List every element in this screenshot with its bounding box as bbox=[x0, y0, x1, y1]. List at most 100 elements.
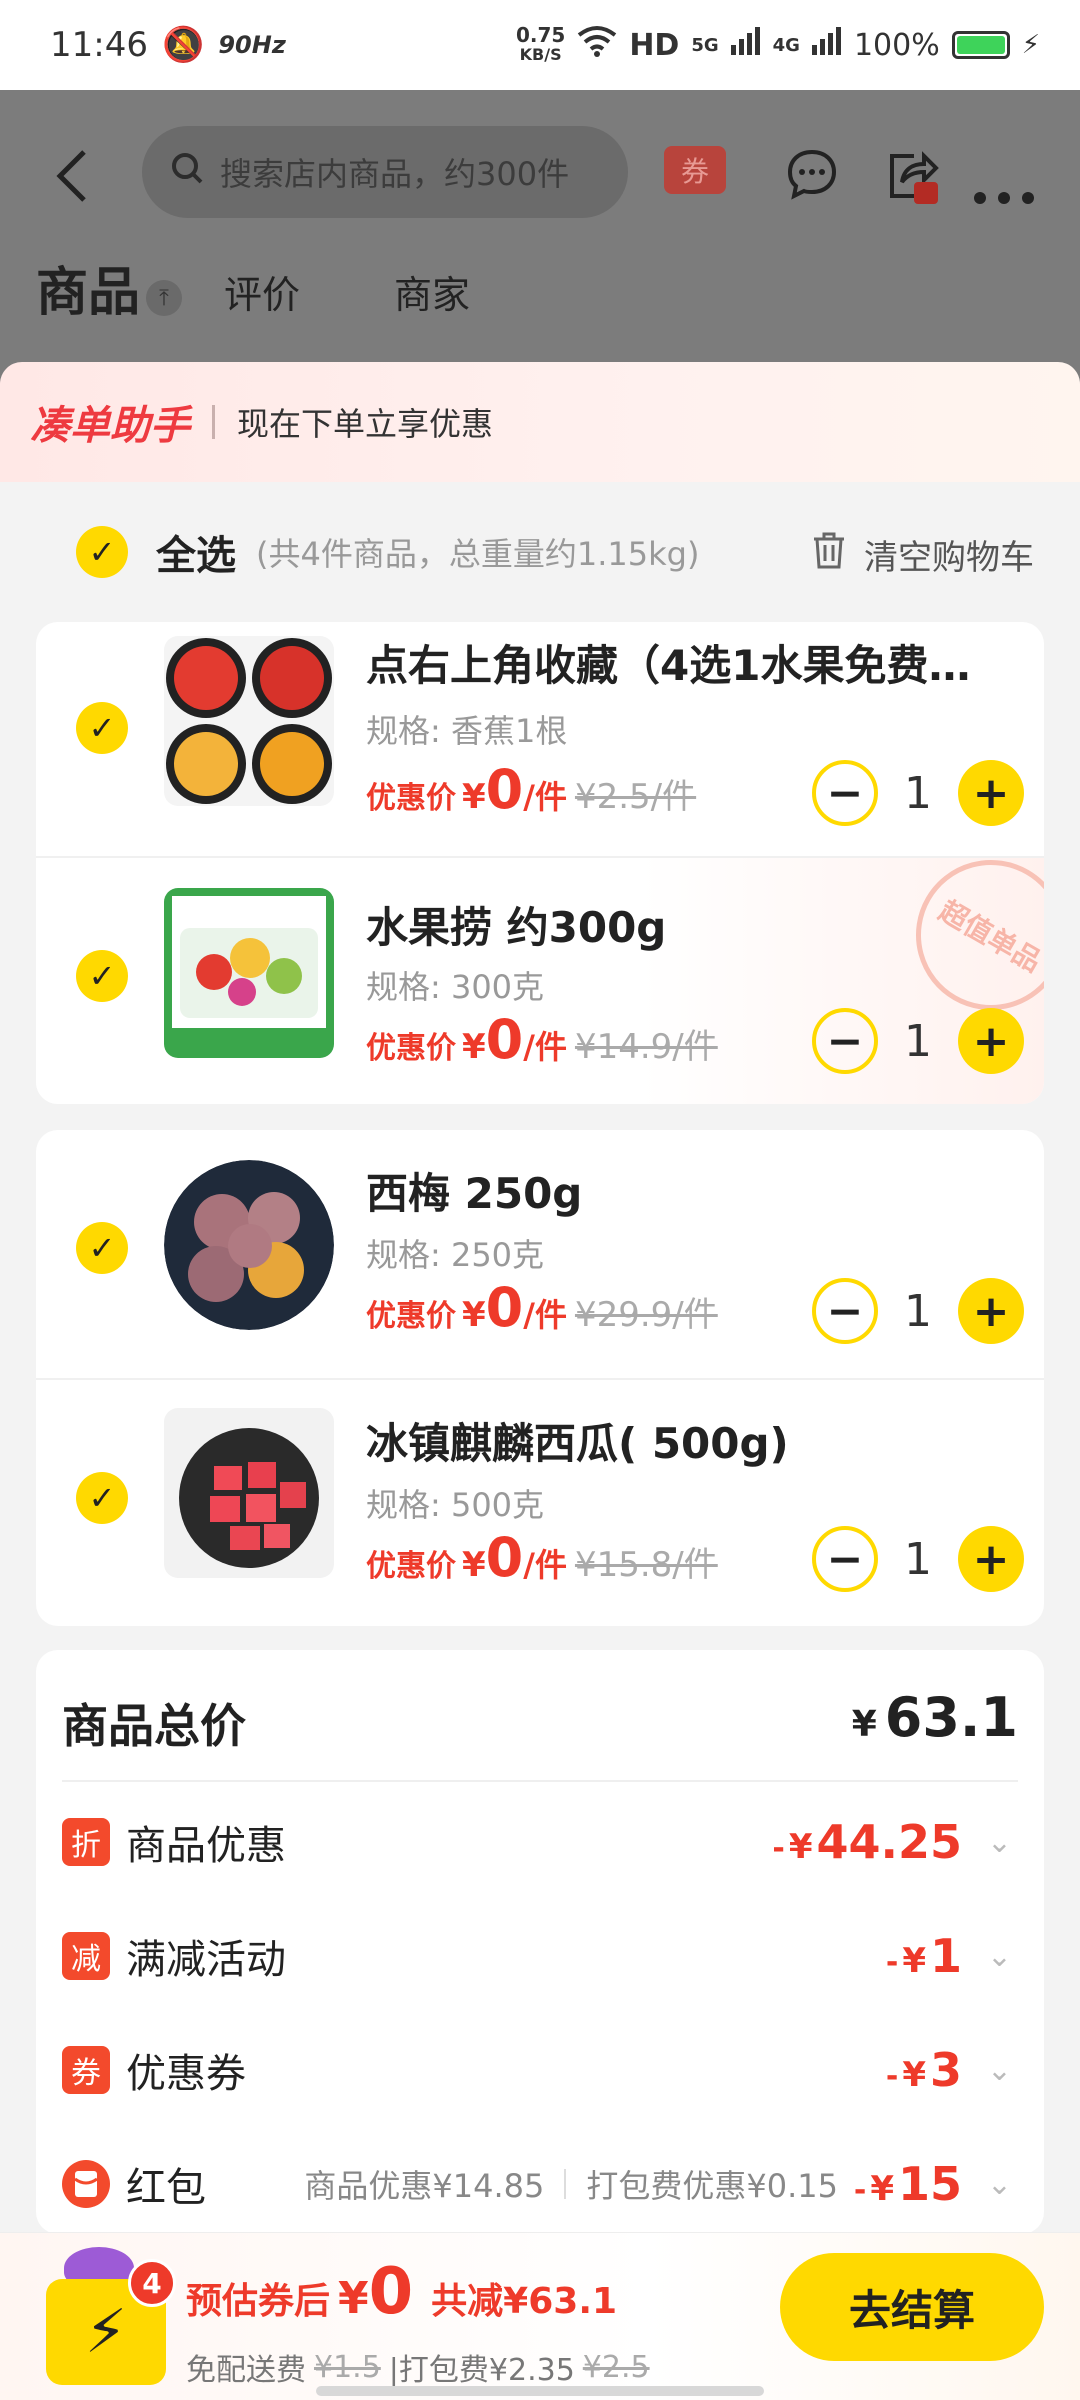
increase-button[interactable]: + bbox=[958, 1526, 1024, 1592]
discount-badge: 折 bbox=[62, 1818, 110, 1866]
item-image-plums bbox=[164, 1160, 334, 1330]
signal-5g-icon bbox=[730, 27, 761, 63]
cart-bag-icon[interactable]: ⚡ 4 bbox=[46, 2247, 176, 2385]
item-checkbox[interactable]: ✓ bbox=[76, 1472, 128, 1524]
cart-item[interactable]: ✓ 西梅 250g 规格: 250克 优惠价 ¥ 0 /件 ¥29.9/件 − … bbox=[36, 1130, 1044, 1378]
clock: 11:46 bbox=[50, 25, 148, 65]
item-spec: 规格: 500克 bbox=[366, 1486, 545, 1524]
decrease-button[interactable]: − bbox=[812, 1278, 878, 1344]
helper-divider bbox=[212, 405, 215, 439]
cart-item[interactable]: ✓ 冰镇麒麟西瓜( 500g) 规格: 500克 优惠价 ¥ 0 /件 ¥15.… bbox=[36, 1380, 1044, 1626]
status-left: 11:46 🔕 90Hz bbox=[50, 25, 286, 65]
cart-group-1: ✓ 点右上角收藏（4选1水果免费… 规格: 香蕉1根 优惠价 ¥ 0 /件 ¥2… bbox=[36, 622, 1044, 1104]
share-icon[interactable] bbox=[884, 148, 944, 220]
item-image-fruit-cups bbox=[164, 636, 334, 806]
item-checkbox[interactable]: ✓ bbox=[76, 1222, 128, 1274]
battery-percent: 100% bbox=[853, 27, 940, 63]
message-icon[interactable] bbox=[786, 148, 838, 212]
clear-cart-button[interactable]: 清空购物车 bbox=[812, 530, 1034, 579]
discount-row-fullcut[interactable]: 减 满减活动 - ¥1 ⌄ bbox=[62, 1916, 1018, 1996]
select-all-row: ✓ 全选 (共4件商品，总重量约1.15kg) 清空购物车 bbox=[0, 482, 1080, 622]
search-input[interactable]: 搜索店内商品，约300件 bbox=[142, 126, 628, 218]
pin-top-icon[interactable]: ⤒ bbox=[146, 280, 182, 316]
chevron-down-icon[interactable]: ⌄ bbox=[987, 1939, 1012, 1974]
checkout-button[interactable]: 去结算 bbox=[780, 2253, 1044, 2361]
discount-label: 商品优惠 bbox=[126, 1823, 286, 1869]
header-overlay: 搜索店内商品，约300件 券 商品 ⤒ 评价 商家 bbox=[0, 90, 1080, 390]
quantity-stepper: − 1 + bbox=[812, 760, 1024, 826]
original-price: ¥15.8/件 bbox=[574, 1545, 718, 1585]
chevron-down-icon[interactable]: ⌄ bbox=[987, 2053, 1012, 2088]
item-name[interactable]: 西梅 250g bbox=[366, 1160, 582, 1221]
signal-4g-label: 4G bbox=[772, 34, 800, 56]
tab-bar: 商品 ⤒ 评价 商家 bbox=[0, 250, 1080, 360]
discount-row-product[interactable]: 折 商品优惠 - ¥44.25 ⌄ bbox=[62, 1802, 1018, 1882]
status-bar: 11:46 🔕 90Hz 0.75 KB/S HD 5G 4G 100% ⚡ bbox=[0, 0, 1080, 90]
refresh-rate: 90Hz bbox=[218, 31, 286, 59]
increase-button[interactable]: + bbox=[958, 1008, 1024, 1074]
cart-info: (共4件商品，总重量约1.15kg) bbox=[256, 535, 700, 573]
item-spec: 规格: 250克 bbox=[366, 1236, 545, 1274]
helper-title: 凑单助手 bbox=[30, 403, 190, 449]
discount-badge: 券 bbox=[62, 2046, 110, 2094]
tab-merchant[interactable]: 商家 bbox=[394, 264, 470, 319]
discount-value: - ¥1 bbox=[885, 1929, 962, 1983]
cart-group-2: ✓ 西梅 250g 规格: 250克 优惠价 ¥ 0 /件 ¥29.9/件 − … bbox=[36, 1130, 1044, 1626]
item-spec: 规格: 300克 bbox=[366, 968, 545, 1006]
clear-cart-label: 清空购物车 bbox=[864, 538, 1034, 578]
search-placeholder: 搜索店内商品，约300件 bbox=[220, 155, 570, 193]
wifi-icon bbox=[577, 25, 617, 65]
chevron-down-icon[interactable]: ⌄ bbox=[987, 2167, 1012, 2202]
back-icon[interactable] bbox=[52, 148, 92, 218]
item-checkbox[interactable]: ✓ bbox=[76, 950, 128, 1002]
discount-row-redpacket[interactable]: 红包 商品优惠¥14.85 打包费优惠¥0.15 - ¥15 ⌄ bbox=[62, 2144, 1018, 2224]
network-speed: 0.75 KB/S bbox=[515, 23, 566, 64]
select-all-checkbox[interactable]: ✓ bbox=[76, 526, 128, 578]
price-summary: 商品总价 ¥63.1 折 商品优惠 - ¥44.25 ⌄ 减 满减活动 - ¥1 ⌄… bbox=[36, 1650, 1044, 2234]
cart-item[interactable]: 超值单品 ✓ 水果捞 约300g 规格: 300克 优惠价 ¥ 0 /件 ¥14… bbox=[36, 832, 1044, 1104]
decrease-button[interactable]: − bbox=[812, 760, 878, 826]
helper-text: 现在下单立享优惠 bbox=[237, 405, 494, 443]
signal-5g-label: 5G bbox=[691, 34, 719, 56]
summary-total: ¥63.1 bbox=[851, 1686, 1018, 1749]
quantity-stepper: − 1 + bbox=[812, 1526, 1024, 1592]
checkout-bar: ⚡ 4 预估券后 ¥ 0 共减¥63.1 免配送费 ¥1.5 |打包费¥2.35… bbox=[0, 2232, 1080, 2400]
tab-products[interactable]: 商品 bbox=[36, 250, 140, 325]
chevron-down-icon[interactable]: ⌄ bbox=[987, 1825, 1012, 1860]
total-saved: 共减¥63.1 bbox=[431, 2281, 618, 2322]
discount-value: - ¥44.25 bbox=[772, 1815, 962, 1869]
discount-value: - ¥3 bbox=[885, 2043, 962, 2097]
decrease-button[interactable]: − bbox=[812, 1008, 878, 1074]
red-packet-icon bbox=[62, 2160, 110, 2208]
hd-label: HD bbox=[629, 27, 680, 63]
home-indicator[interactable] bbox=[316, 2386, 764, 2396]
status-right: 0.75 KB/S HD 5G 4G 100% ⚡ bbox=[516, 25, 1040, 65]
item-price: 优惠价 ¥ 0 /件 ¥2.5/件 bbox=[366, 758, 697, 821]
cart-item[interactable]: ✓ 点右上角收藏（4选1水果免费… 规格: 香蕉1根 优惠价 ¥ 0 /件 ¥2… bbox=[36, 622, 1044, 858]
discount-value: - ¥15 bbox=[853, 2157, 962, 2211]
battery-icon bbox=[951, 31, 1010, 59]
trash-icon bbox=[812, 531, 846, 578]
select-all-label[interactable]: 全选 bbox=[156, 523, 236, 581]
increase-button[interactable]: + bbox=[958, 760, 1024, 826]
discount-label: 满减活动 bbox=[126, 1937, 286, 1983]
quantity-value: 1 bbox=[904, 767, 932, 819]
tab-reviews[interactable]: 评价 bbox=[224, 264, 300, 319]
more-icon[interactable] bbox=[972, 160, 1036, 218]
discount-badge: 减 bbox=[62, 1932, 110, 1980]
order-helper-banner[interactable]: 凑单助手 现在下单立享优惠 bbox=[0, 362, 1080, 482]
quantity-value: 1 bbox=[904, 1285, 932, 1337]
signal-4g-icon bbox=[811, 27, 842, 63]
item-name[interactable]: 点右上角收藏（4选1水果免费… bbox=[366, 632, 970, 693]
increase-button[interactable]: + bbox=[958, 1278, 1024, 1344]
decrease-button[interactable]: − bbox=[812, 1526, 878, 1592]
coupon-button[interactable]: 券 bbox=[664, 146, 726, 194]
discount-row-coupon[interactable]: 券 优惠券 - ¥3 ⌄ bbox=[62, 2030, 1018, 2110]
quantity-stepper: − 1 + bbox=[812, 1008, 1024, 1074]
item-price: 优惠价 ¥ 0 /件 ¥14.9/件 bbox=[366, 1008, 718, 1071]
item-name[interactable]: 冰镇麒麟西瓜( 500g) bbox=[366, 1410, 789, 1471]
summary-title: 商品总价 bbox=[62, 1699, 246, 1753]
item-checkbox[interactable]: ✓ bbox=[76, 702, 128, 754]
item-name[interactable]: 水果捞 约300g bbox=[366, 894, 666, 955]
item-price: 优惠价 ¥ 0 /件 ¥29.9/件 bbox=[366, 1276, 718, 1339]
